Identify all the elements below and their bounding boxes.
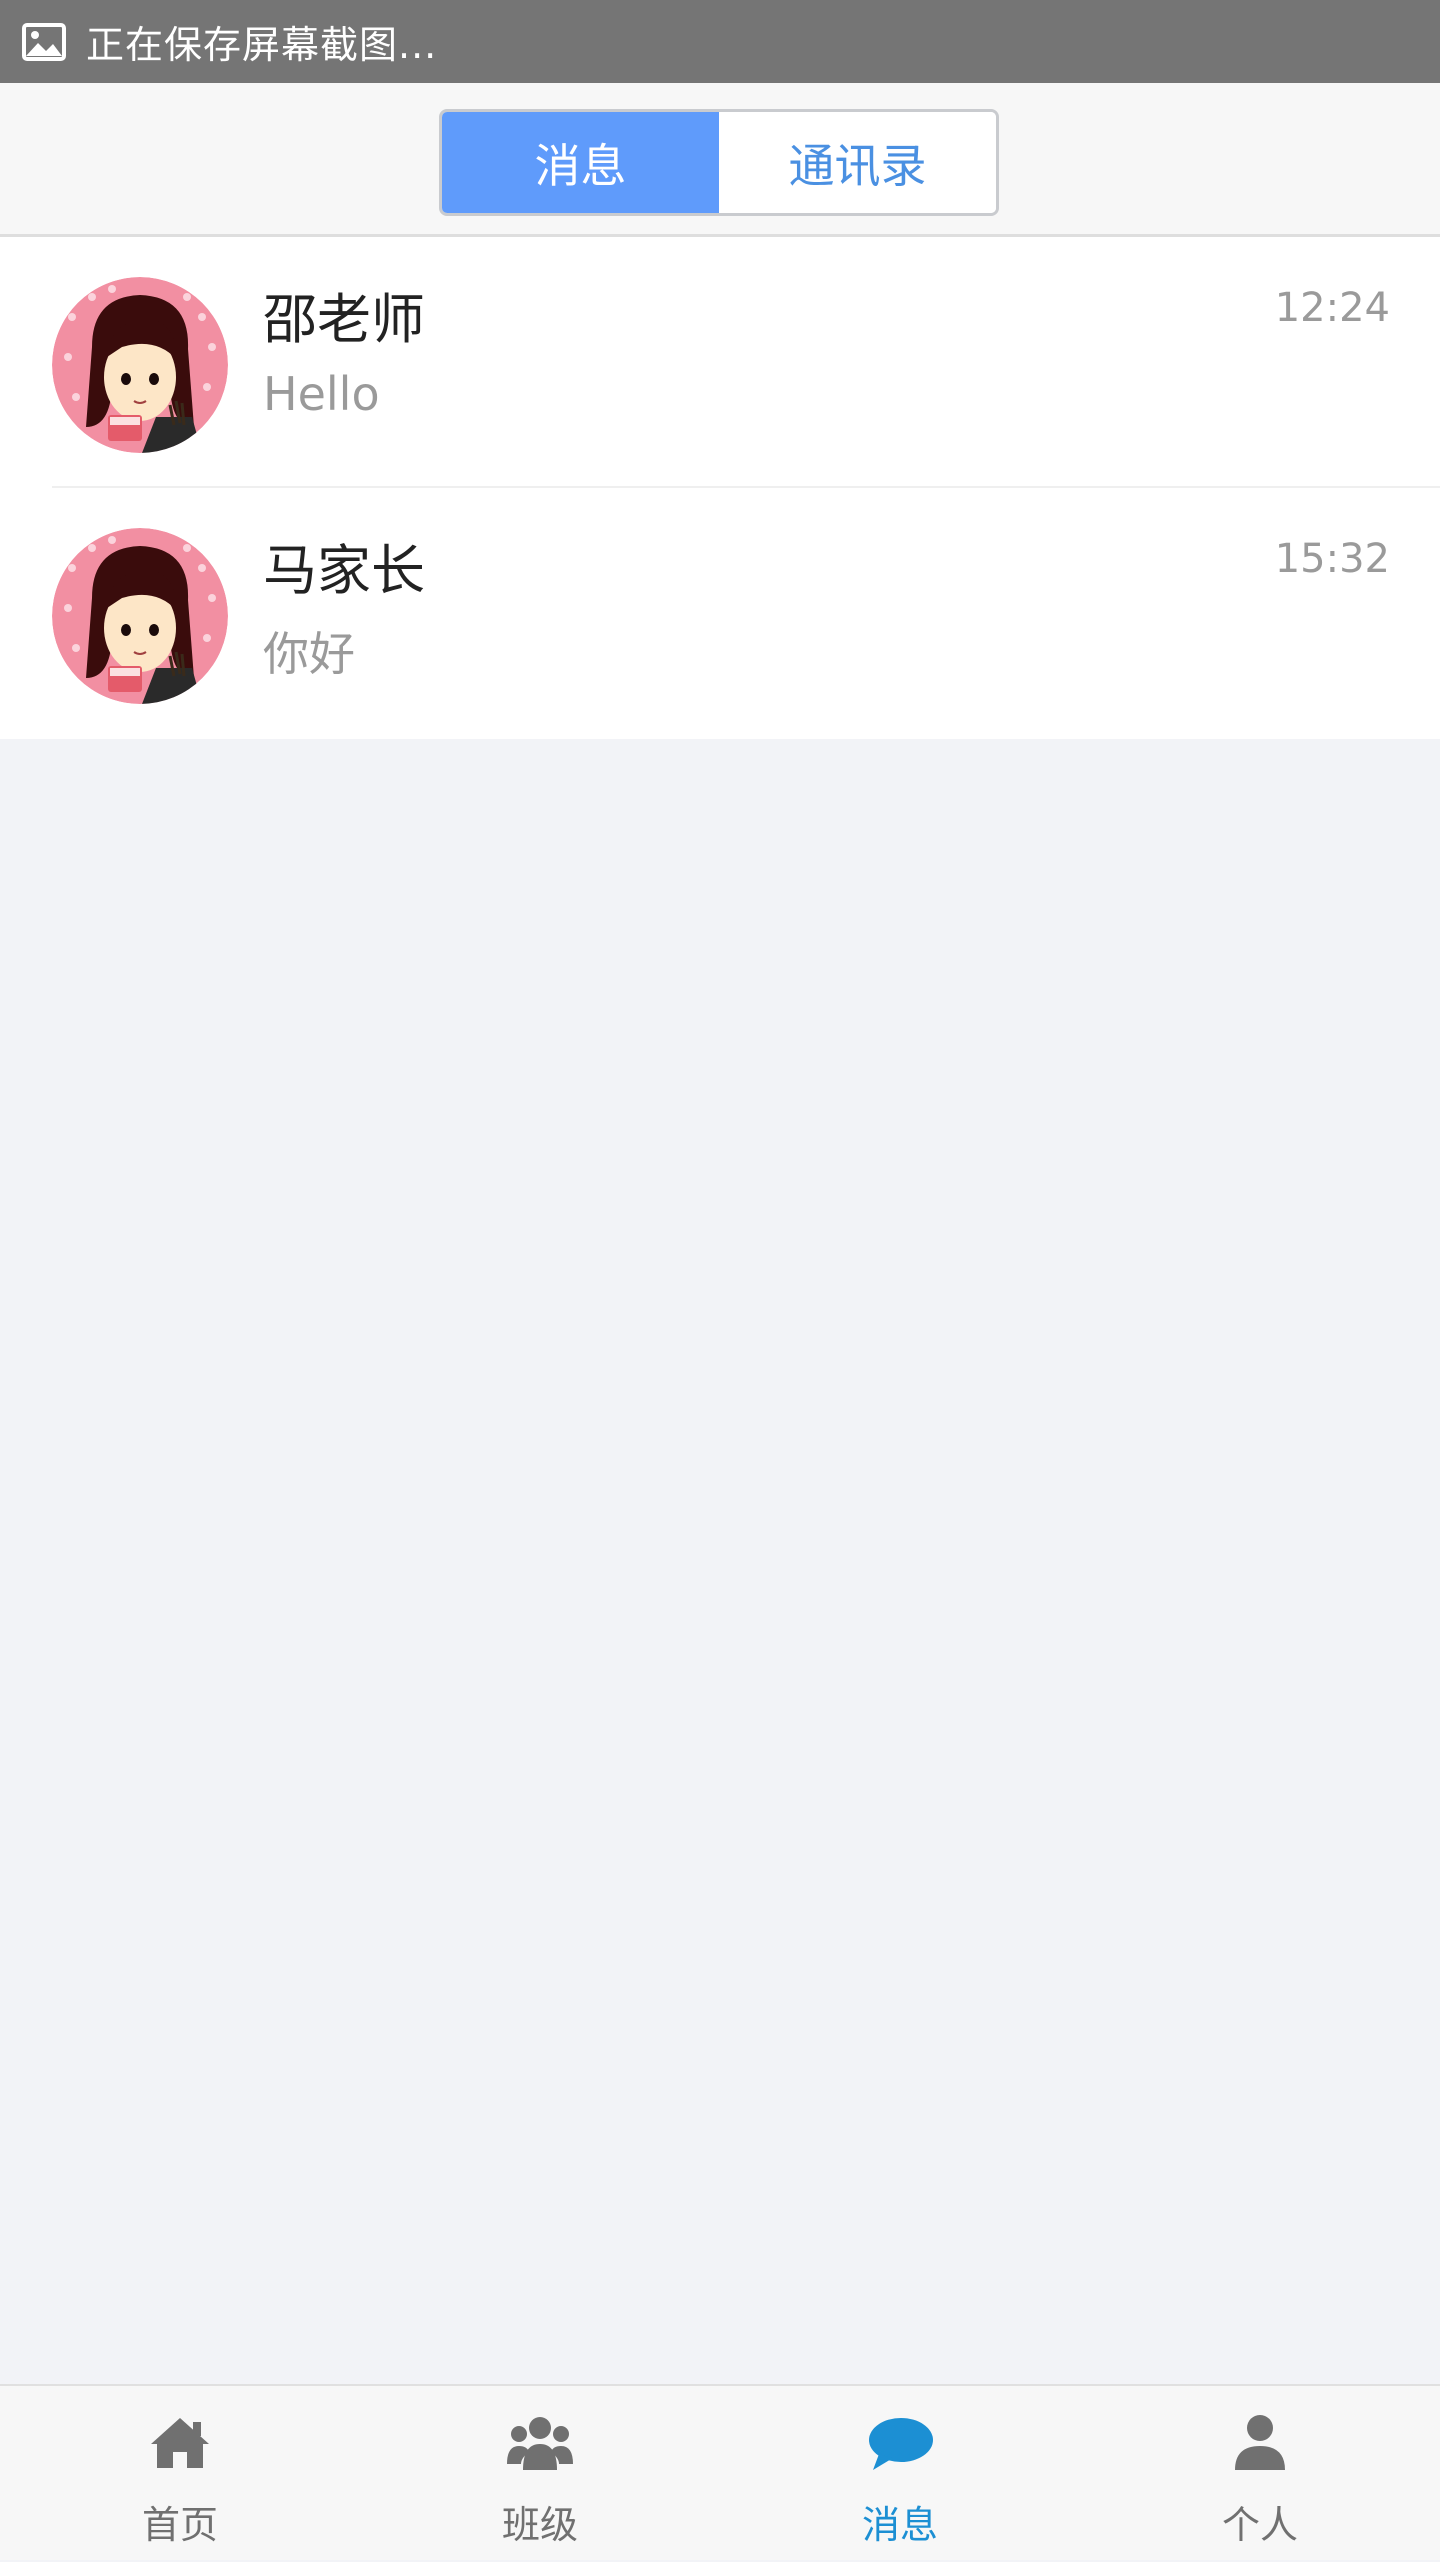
- status-text: 正在保存屏幕截图...: [86, 23, 438, 67]
- girl-avatar-icon: [52, 528, 228, 704]
- group-icon: [507, 2417, 573, 2470]
- top-bar: 消息 通讯录: [0, 83, 1440, 237]
- bottom-tab-bar: 首页 班级 消息 个人: [0, 2384, 1440, 2560]
- person-icon: [1235, 2415, 1285, 2470]
- conversation-item[interactable]: 马家长 你好 15:32: [0, 488, 1440, 739]
- conversation-item[interactable]: 邵老师 Hello 12:24: [0, 237, 1440, 488]
- home-icon: [151, 2418, 209, 2468]
- chat-icon: [869, 2418, 933, 2470]
- conversation-time: 12:24: [1274, 285, 1390, 331]
- tab-messages[interactable]: 消息: [442, 112, 719, 213]
- tab-label: 消息: [861, 2503, 938, 2547]
- tab-profile[interactable]: 个人: [1080, 2386, 1440, 2562]
- conversation-time: 15:32: [1274, 536, 1390, 582]
- tab-label: 个人: [1221, 2503, 1298, 2547]
- status-bar: 正在保存屏幕截图...: [0, 0, 1440, 83]
- tab-label: 班级: [501, 2503, 578, 2547]
- conversation-preview: Hello: [263, 367, 380, 421]
- segmented-control: 消息 通讯录: [439, 109, 999, 216]
- tab-label: 首页: [141, 2503, 218, 2547]
- tab-class[interactable]: 班级: [360, 2386, 720, 2562]
- girl-avatar-icon: [52, 277, 228, 453]
- tab-home[interactable]: 首页: [0, 2386, 360, 2562]
- tab-contacts[interactable]: 通讯录: [719, 112, 996, 213]
- conversation-name: 马家长: [263, 539, 425, 602]
- conversation-list: 邵老师 Hello 12:24 马家长 你好 15:32: [0, 237, 1440, 739]
- tab-messages-bottom[interactable]: 消息: [720, 2386, 1080, 2562]
- image-icon: [22, 22, 66, 61]
- conversation-name: 邵老师: [263, 288, 425, 351]
- conversation-preview: 你好: [263, 627, 355, 681]
